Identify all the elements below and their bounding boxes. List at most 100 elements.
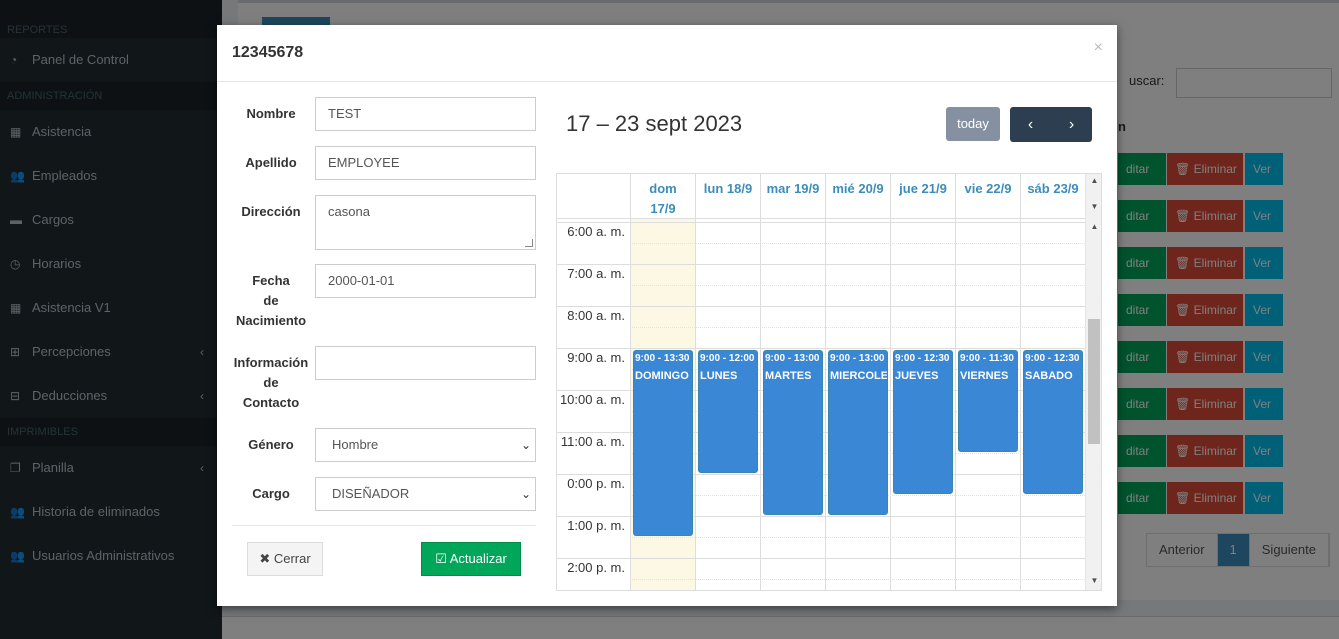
label-line: de xyxy=(263,375,279,390)
cargo-select[interactable]: DISEÑADOR ⌄ xyxy=(315,477,536,511)
calendar-event[interactable]: 9:00 - 13:00 MARTES xyxy=(763,350,823,515)
genero-value: Hombre xyxy=(332,437,379,452)
calendar-header: dom 17/9 lun 18/9 mar 19/9 mié 20/9 jue 21/9 v… xyxy=(557,174,1085,219)
event-title: VIERNES xyxy=(960,370,1009,382)
day-header: vie 22/9 xyxy=(955,174,1020,219)
calendar-event[interactable]: 9:00 - 12:00 LUNES xyxy=(698,350,758,473)
calendar-event[interactable]: 9:00 - 12:30 JUEVES xyxy=(893,350,953,494)
week-calendar: dom 17/9 lun 18/9 mar 19/9 mié 20/9 jue 21/9 v… xyxy=(556,173,1102,591)
day-header: mié 20/9 xyxy=(825,174,890,219)
day-header-date: 17/9 xyxy=(650,201,676,216)
time-label: 9:00 a. m. xyxy=(567,350,625,365)
event-time: 9:00 - 12:30 xyxy=(895,353,950,364)
half-hour-line xyxy=(630,285,1085,286)
time-label: 10:00 a. m. xyxy=(559,392,625,407)
day-header-label: sáb 23/9 xyxy=(1027,181,1079,196)
day-header-label: lun 18/9 xyxy=(703,181,753,196)
time-label: 7:00 a. m. xyxy=(567,266,625,281)
event-title: MIERCOLES xyxy=(830,370,888,382)
info-contacto-field[interactable] xyxy=(315,346,536,380)
label-line: de xyxy=(263,293,279,308)
genero-select[interactable]: Hombre ⌄ xyxy=(315,428,536,462)
label-line: Contacto xyxy=(242,395,300,410)
calendar-event[interactable]: 9:00 - 13:30 DOMINGO xyxy=(633,350,693,536)
form-divider xyxy=(232,525,536,526)
event-title: SABADO xyxy=(1025,370,1073,382)
half-hour-line xyxy=(630,327,1085,328)
day-header-label: vie 22/9 xyxy=(964,181,1012,196)
hour-line xyxy=(557,306,1085,307)
day-header: lun 18/9 xyxy=(695,174,760,219)
event-title: JUEVES xyxy=(895,370,939,382)
chevron-left-icon[interactable]: ‹ xyxy=(1010,107,1051,142)
direccion-value: casona xyxy=(328,204,370,219)
time-label: 6:00 a. m. xyxy=(567,224,625,239)
event-title: LUNES xyxy=(700,370,738,382)
event-time: 9:00 - 13:00 xyxy=(830,353,885,364)
calendar-event[interactable]: 9:00 - 13:00 MIERCOLES xyxy=(828,350,888,515)
hour-line xyxy=(557,222,1085,223)
event-time: 9:00 - 12:00 xyxy=(700,353,755,364)
scroll-up-icon[interactable]: ▲ xyxy=(1086,222,1101,231)
today-button[interactable]: today xyxy=(946,107,1000,141)
time-label: 0:00 p. m. xyxy=(567,476,625,491)
nombre-label: Nombre xyxy=(246,106,296,121)
label-line: Nacimiento xyxy=(235,313,307,328)
day-header: mar 19/9 xyxy=(760,174,825,219)
apellido-label: Apellido xyxy=(245,155,297,170)
direccion-textarea[interactable]: casona xyxy=(315,195,536,250)
fecha-nacimiento-label: Fecha de Nacimiento xyxy=(231,271,311,331)
calendar-event[interactable]: 9:00 - 11:30 VIERNES xyxy=(958,350,1018,452)
modal-title: 12345678 xyxy=(232,44,304,61)
genero-label: Género xyxy=(248,437,294,452)
fecha-nacimiento-field[interactable]: 2000-01-01 xyxy=(315,264,536,298)
calendar-body[interactable]: 6:00 a. m. 7:00 a. m. 8:00 a. m. 9:00 a. m.… xyxy=(557,219,1085,590)
day-header-label: dom xyxy=(649,181,677,196)
event-time: 9:00 - 13:30 xyxy=(635,353,690,364)
scroll-down-icon[interactable]: ▼ xyxy=(1086,576,1101,585)
day-header: jue 21/9 xyxy=(890,174,955,219)
event-title: MARTES xyxy=(765,370,812,382)
calendar-title: 17 – 23 sept 2023 xyxy=(566,111,743,136)
chevron-down-icon: ⌄ xyxy=(520,487,531,501)
close-icon[interactable]: × xyxy=(1094,39,1103,57)
chevron-down-icon: ⌄ xyxy=(520,438,531,452)
day-header-label: mar 19/9 xyxy=(766,181,820,196)
info-contacto-label: Información de Contacto xyxy=(231,353,311,413)
cargo-label: Cargo xyxy=(252,486,290,501)
time-label: 8:00 a. m. xyxy=(567,308,625,323)
scrollbar-thumb[interactable] xyxy=(1088,319,1100,444)
label-line: Información xyxy=(233,355,309,370)
hour-line xyxy=(557,264,1085,265)
hour-line xyxy=(557,558,1085,559)
apellido-field[interactable]: EMPLOYEE xyxy=(315,146,536,180)
half-hour-line xyxy=(630,537,1085,538)
day-header-label: jue 21/9 xyxy=(899,181,947,196)
time-label: 2:00 p. m. xyxy=(567,560,625,575)
label-line: Fecha xyxy=(252,273,290,288)
time-axis-border xyxy=(630,219,631,590)
chevron-right-icon[interactable]: › xyxy=(1051,107,1092,142)
direccion-label: Dirección xyxy=(241,204,301,219)
day-header: dom 17/9 xyxy=(630,174,695,219)
day-header: sáb 23/9 xyxy=(1020,174,1085,219)
day-header-label: mié 20/9 xyxy=(832,181,884,196)
calendar-scrollbar[interactable]: ▲ ▼ ▲ ▼ xyxy=(1085,174,1101,590)
actualizar-button[interactable]: ☑ Actualizar xyxy=(421,542,521,576)
time-label: 1:00 p. m. xyxy=(567,518,625,533)
event-time: 9:00 - 13:00 xyxy=(765,353,820,364)
half-hour-line xyxy=(630,243,1085,244)
hour-line xyxy=(557,348,1085,349)
nombre-field[interactable]: TEST xyxy=(315,97,536,131)
employee-modal: 12345678 × Nombre TEST Apellido EMPLOYEE… xyxy=(217,25,1117,606)
cargo-value: DISEÑADOR xyxy=(332,486,410,501)
event-time: 9:00 - 12:30 xyxy=(1025,353,1080,364)
scroll-down-icon[interactable]: ▼ xyxy=(1086,202,1101,211)
cerrar-button[interactable]: ✖ Cerrar xyxy=(247,542,323,576)
time-label: 11:00 a. m. xyxy=(560,434,625,449)
event-time: 9:00 - 11:30 xyxy=(960,353,1014,364)
event-title: DOMINGO xyxy=(635,370,689,382)
calendar-event[interactable]: 9:00 - 12:30 SABADO xyxy=(1023,350,1083,494)
scroll-up-icon[interactable]: ▲ xyxy=(1086,176,1101,185)
resize-grip-icon[interactable] xyxy=(525,239,533,247)
